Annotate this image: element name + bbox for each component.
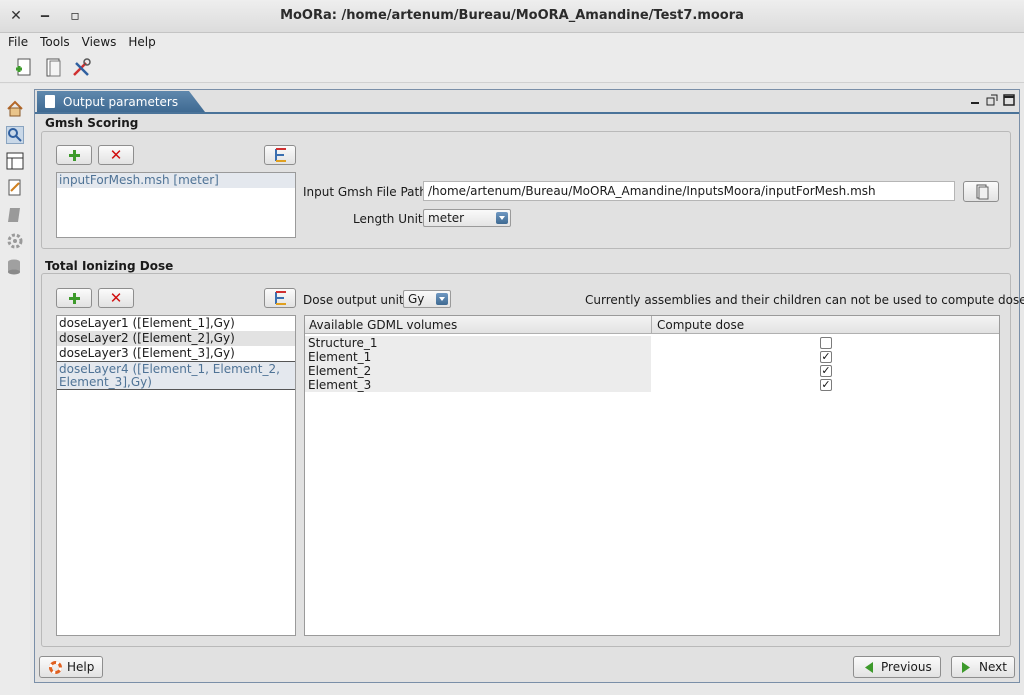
menu-help[interactable]: Help	[120, 33, 159, 49]
dose-layer-list[interactable]: doseLayer1 ([Element_1],Gy) doseLayer2 (…	[56, 315, 296, 636]
edit-mesh-button[interactable]	[264, 145, 296, 165]
volume-name: Element_1	[305, 350, 651, 364]
report-icon[interactable]	[6, 206, 24, 224]
arrow-left-icon	[865, 662, 873, 673]
gear-icon[interactable]	[6, 232, 24, 250]
minimize-panel-icon[interactable]	[969, 94, 981, 106]
dose-output-unit-label: Dose output unit	[303, 293, 404, 307]
next-button[interactable]: Next	[951, 656, 1015, 678]
left-sidebar	[0, 84, 30, 695]
next-label: Next	[979, 660, 1007, 674]
gdml-volumes-table: Available GDML volumes Compute dose Stru…	[304, 315, 1000, 636]
detach-panel-icon[interactable]	[986, 94, 998, 106]
toolbar	[0, 53, 1024, 83]
window-title: MoORa: /home/artenum/Bureau/MoORA_Amandi…	[280, 8, 744, 23]
table-row[interactable]: Element_3 ✓	[305, 378, 999, 392]
dose-output-unit-select[interactable]: Gy	[403, 290, 451, 308]
column-header-compute[interactable]: Compute dose	[657, 318, 744, 332]
list-item[interactable]: doseLayer1 ([Element_1],Gy)	[57, 316, 295, 331]
remove-dose-layer-button[interactable]: ✕	[98, 288, 134, 308]
list-item[interactable]: inputForMesh.msh [meter]	[57, 173, 295, 188]
tab-output-parameters[interactable]: Output parameters	[37, 91, 205, 112]
help-label: Help	[67, 660, 95, 674]
dose-output-unit-value: Gy	[408, 292, 425, 306]
input-path-field[interactable]: /home/artenum/Bureau/MoORA_Amandine/Inpu…	[423, 181, 955, 201]
table-row[interactable]: Element_1 ✓	[305, 350, 999, 364]
gmsh-section-title: Gmsh Scoring	[45, 116, 139, 130]
compute-dose-checkbox[interactable]: ✓	[820, 351, 832, 363]
volume-name: Element_2	[305, 364, 651, 378]
browse-file-button[interactable]	[963, 181, 999, 202]
tab-label: Output parameters	[63, 95, 179, 109]
dose-section-title: Total Ionizing Dose	[45, 259, 174, 273]
table-row[interactable]: Structure_1	[305, 336, 999, 350]
list-item-selected[interactable]: doseLayer4 ([Element_1, Element_2, Eleme…	[57, 361, 295, 390]
folder-open-icon	[976, 184, 989, 200]
title-bar: ✕ ‒ ▫ MoORa: /home/artenum/Bureau/MoORA_…	[0, 0, 1024, 33]
add-mesh-button[interactable]	[56, 145, 92, 165]
delete-icon: ✕	[109, 289, 123, 307]
dose-notice: Currently assemblies and their children …	[585, 293, 1024, 307]
help-button[interactable]: Help	[39, 656, 103, 678]
length-unit-select[interactable]: meter	[423, 209, 511, 227]
dose-section: ✕ Dose output unit Gy Currently assembli…	[41, 273, 1024, 647]
plus-icon	[69, 293, 80, 304]
add-dose-layer-button[interactable]	[56, 288, 92, 308]
list-item[interactable]: doseLayer2 ([Element_2],Gy)	[57, 331, 295, 346]
open-document-icon[interactable]	[42, 57, 64, 79]
gmsh-section: ✕ inputForMesh.msh [meter] Input Gmsh Fi…	[41, 131, 1011, 249]
menu-views[interactable]: Views	[74, 33, 121, 49]
table-row[interactable]: Element_2 ✓	[305, 364, 999, 378]
new-project-icon[interactable]	[12, 57, 34, 79]
layout-icon[interactable]	[6, 152, 24, 170]
edit-dose-layer-button[interactable]	[264, 288, 296, 308]
previous-button[interactable]: Previous	[853, 656, 941, 678]
arrow-right-icon	[962, 662, 970, 673]
maximize-panel-icon[interactable]	[1003, 94, 1015, 106]
database-icon[interactable]	[6, 258, 24, 276]
table-header: Available GDML volumes Compute dose	[305, 316, 999, 334]
lifebuoy-icon	[49, 661, 62, 674]
column-header-volumes[interactable]: Available GDML volumes	[309, 318, 457, 332]
chevron-down-icon	[436, 293, 448, 305]
tab-underline	[35, 112, 1019, 114]
edit-list-icon	[275, 148, 286, 162]
document-icon	[45, 95, 55, 108]
menu-bar: File Tools Views Help	[0, 33, 1024, 53]
output-parameters-panel: Output parameters Gmsh Scoring ✕ inputFo…	[34, 89, 1024, 683]
delete-icon: ✕	[109, 146, 123, 164]
compute-dose-checkbox[interactable]: ✓	[820, 365, 832, 377]
plus-icon	[69, 150, 80, 161]
previous-label: Previous	[881, 660, 932, 674]
remove-mesh-button[interactable]: ✕	[98, 145, 134, 165]
length-unit-label: Length Unit	[353, 212, 423, 226]
menu-file[interactable]: File	[0, 33, 32, 49]
document-edit-icon[interactable]	[6, 179, 24, 197]
length-unit-value: meter	[428, 211, 465, 225]
compute-dose-checkbox[interactable]: ✓	[820, 379, 832, 391]
search-icon[interactable]	[6, 126, 24, 144]
volume-name: Element_3	[305, 378, 651, 392]
compute-dose-checkbox[interactable]	[820, 337, 832, 349]
menu-tools[interactable]: Tools	[32, 33, 74, 49]
list-item[interactable]: doseLayer3 ([Element_3],Gy)	[57, 346, 295, 361]
chevron-down-icon	[496, 212, 508, 224]
edit-list-icon	[275, 291, 286, 305]
column-divider	[651, 316, 652, 334]
input-path-label: Input Gmsh File Path	[303, 185, 427, 199]
tools-wrench-icon[interactable]	[70, 57, 92, 79]
mesh-list[interactable]: inputForMesh.msh [meter]	[56, 172, 296, 238]
home-icon[interactable]	[6, 100, 24, 118]
volume-name: Structure_1	[305, 336, 651, 350]
